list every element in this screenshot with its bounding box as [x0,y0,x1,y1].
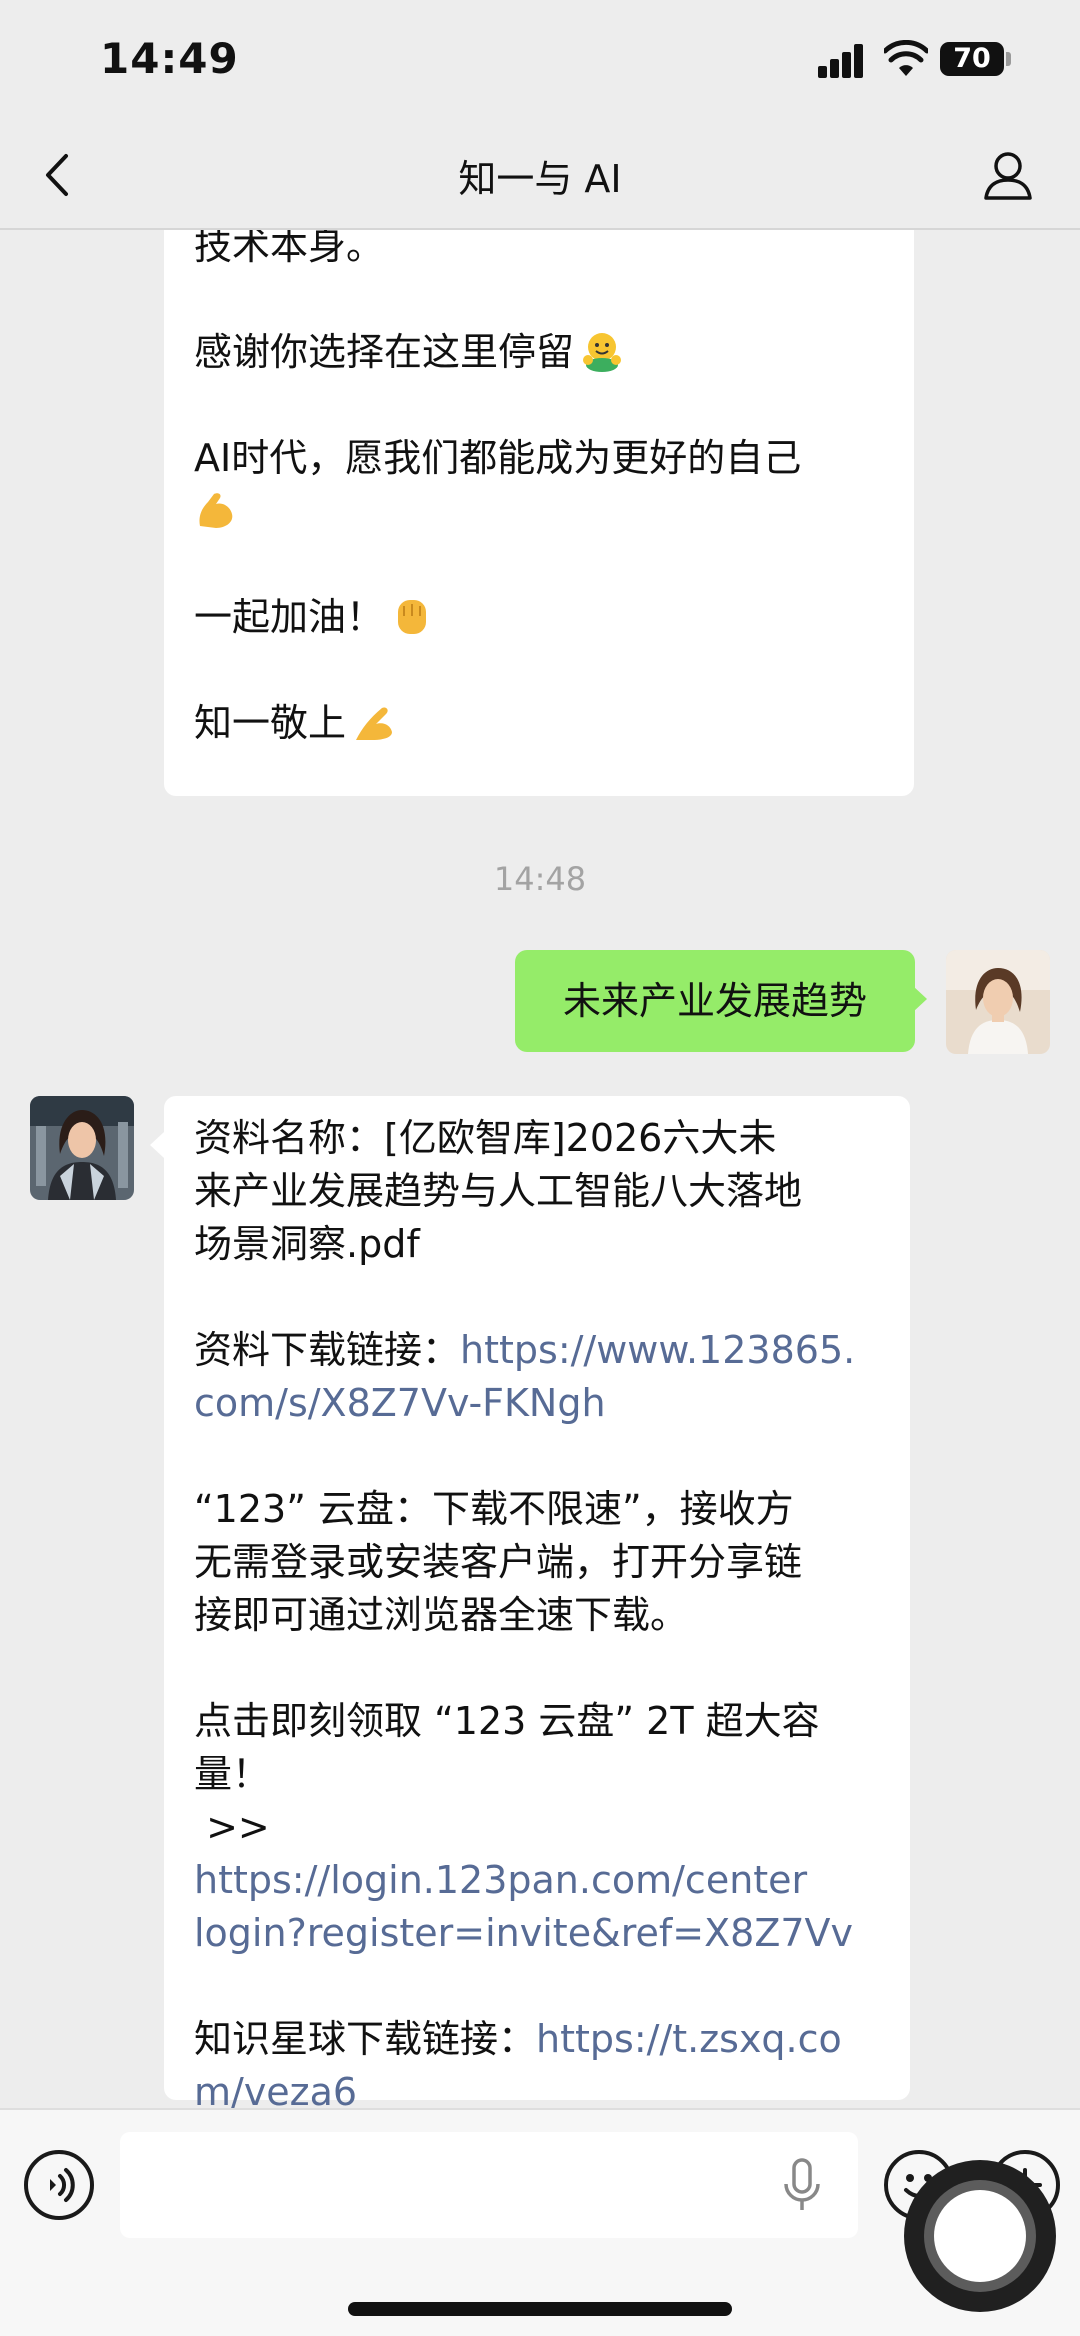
message-text: 接即可通过浏览器全速下载。 [194,1593,689,1637]
home-indicator[interactable] [348,2302,732,2316]
message-text: m/veza6 [194,2066,880,2108]
status-time: 14:49 [100,34,239,83]
message-text: 点击即刻领取 “123 云盘” 2T 超大容 [194,1699,820,1743]
register-link[interactable]: login?register=invite&ref=X8Z7Vv [194,1911,853,1955]
assistive-core [934,2190,1026,2282]
raised-fist-icon [398,600,427,634]
message-text: login?register=invite&ref=X8Z7Vv [194,1907,880,1960]
zsxq-link[interactable]: https://t.zsxq.co [536,2017,842,2061]
signal-icon [818,44,864,78]
bubble-tail [150,1132,164,1158]
voice-button[interactable] [24,2150,94,2220]
message-bubble-received[interactable]: 资料名称：[亿欧智库]2026六大未 来产业发展趋势与人工智能八大落地 场景洞察… [164,1096,910,2108]
message-bubble-sent[interactable]: 未来产业发展趋势 [515,950,915,1052]
message-text: 无需登录或安装客户端，打开分享链 [194,1540,803,1584]
message-text: 资料下载链接：https://www.123865. [194,1328,856,1372]
message-text: 场景洞察.pdf [194,1222,420,1266]
message-text [194,485,884,538]
battery-tip [1006,52,1011,66]
status-bar: 14:49 70 [0,0,1080,120]
message-text: 一起加油！ [194,591,884,644]
message-text: 来产业发展趋势与人工智能八大落地 [194,1169,803,1213]
chat-area[interactable]: 技术本身。 感谢你选择在这里停留 AI时代，愿我们都能成为更好的自己 一起加油！… [0,230,1080,2108]
my-avatar[interactable] [946,950,1050,1054]
message-text: 技术本身。 [194,230,385,268]
message-bubble-received[interactable]: 技术本身。 感谢你选择在这里停留 AI时代，愿我们都能成为更好的自己 一起加油！… [164,230,914,796]
assistive-touch-button[interactable] [904,2160,1056,2312]
message-text: AI时代，愿我们都能成为更好的自己 [194,436,802,480]
voice-icon [50,2168,75,2202]
message-text: >> https://login.123pan.com/center [194,1805,808,1902]
nav-bar: 知一与 AI [0,120,1080,230]
bubble-tail [913,986,927,1012]
message-timestamp: 14:48 [493,860,587,898]
wifi-icon [884,40,928,76]
hugging-face-icon [583,333,622,372]
message-text: 知一敬上 [194,697,884,750]
zsxq-link[interactable]: m/veza6 [194,2070,357,2108]
register-link[interactable]: https://login.123pan.com/center [194,1858,807,1902]
message-text: com/s/X8Z7Vv-FKNgh [194,1377,880,1430]
download-link[interactable]: https://www.123865. [460,1328,855,1372]
message-input[interactable] [120,2132,858,2238]
message-text: 知识星球下载链接：https://t.zsxq.co [194,2017,842,2061]
flexed-biceps-icon [199,493,233,528]
message-text: 感谢你选择在这里停留 [194,326,884,379]
contact-avatar[interactable] [30,1096,134,1200]
message-text: 量！ [194,1752,271,1796]
battery-icon: 70 [940,42,1004,76]
microphone-icon[interactable] [782,2158,822,2214]
message-text: “123” 云盘：下载不限速”，接收方 [194,1487,794,1531]
message-text: 资料名称：[亿欧智库]2026六大未 [194,1116,777,1160]
chat-title: 知一与 AI [458,157,622,201]
pinching-hand-icon [356,707,393,740]
download-link[interactable]: com/s/X8Z7Vv-FKNgh [194,1381,606,1425]
person-icon[interactable] [978,142,1038,208]
